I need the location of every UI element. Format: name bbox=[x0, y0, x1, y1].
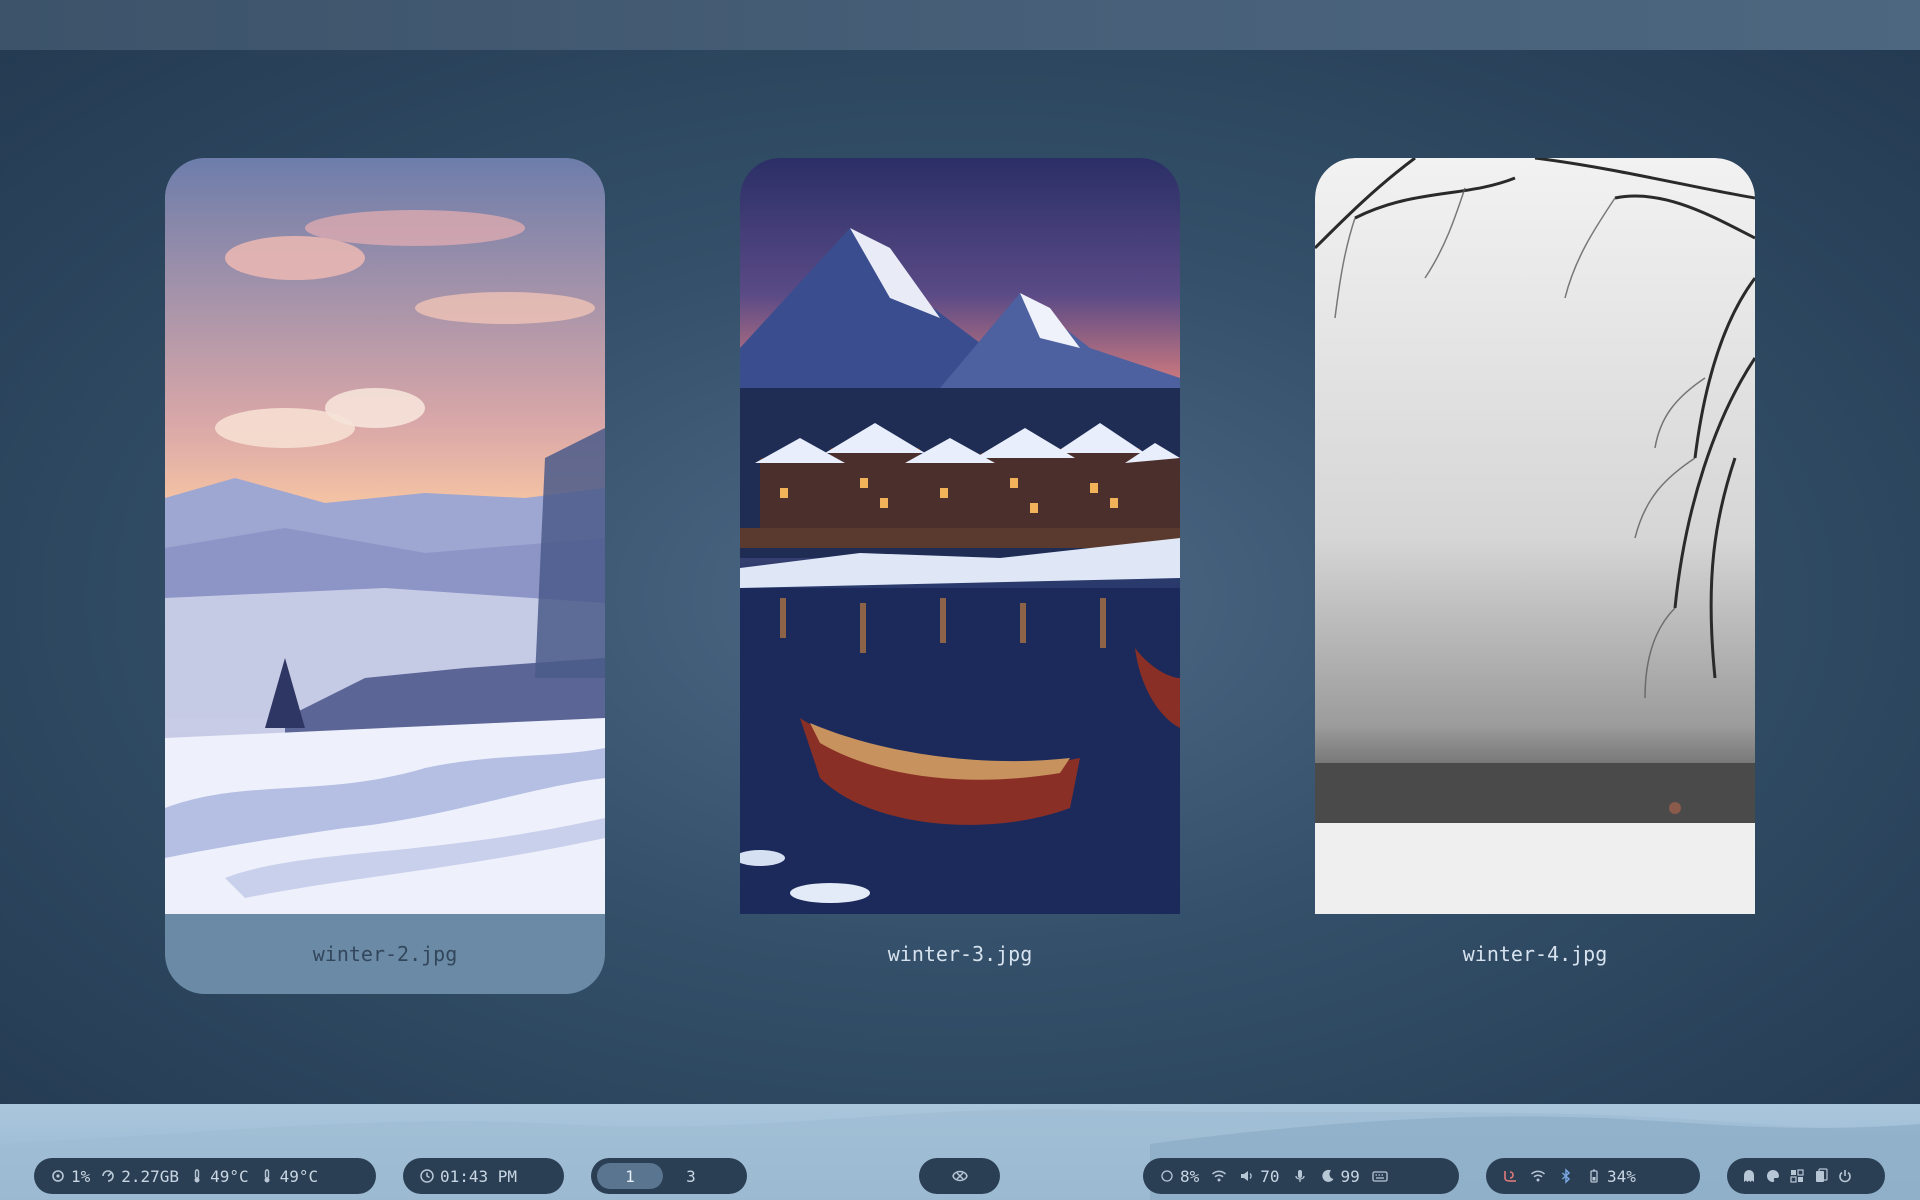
clipboard-icon[interactable] bbox=[1813, 1168, 1829, 1184]
workspace-button[interactable]: 3 bbox=[671, 1163, 711, 1189]
system-stats-pill[interactable]: 1% 2.27GB 49°C 49°C bbox=[34, 1158, 376, 1194]
caffeine-icon[interactable] bbox=[1502, 1168, 1518, 1184]
workspace-active[interactable]: 1 bbox=[597, 1163, 663, 1189]
moon-icon bbox=[1320, 1168, 1336, 1184]
cpu-usage: 1% bbox=[71, 1166, 91, 1186]
mic-level: 99 bbox=[1340, 1166, 1360, 1186]
clock-pill[interactable]: 01:43 PM bbox=[403, 1158, 564, 1194]
memory-usage: 2.27GB bbox=[121, 1166, 180, 1186]
layout-icon[interactable] bbox=[1789, 1168, 1805, 1184]
brightness-level: 8% bbox=[1180, 1166, 1200, 1186]
cpu-icon bbox=[50, 1168, 66, 1184]
keyboard-icon[interactable] bbox=[1372, 1168, 1388, 1184]
wallpaper-filename: winter-3.jpg bbox=[887, 942, 1033, 966]
bluetooth-icon[interactable] bbox=[1558, 1168, 1574, 1184]
status-pill: 34% bbox=[1486, 1158, 1700, 1194]
top-wallpaper-strip bbox=[0, 0, 1920, 50]
microphone-icon[interactable] bbox=[1292, 1168, 1308, 1184]
wallpaper-thumbnail bbox=[165, 158, 605, 914]
memory-icon bbox=[100, 1168, 116, 1184]
wallpaper-card-winter-4[interactable]: winter-4.jpg bbox=[1315, 158, 1755, 994]
volume-icon bbox=[1239, 1168, 1255, 1184]
wallpaper-card-winter-2[interactable]: winter-2.jpg bbox=[165, 158, 605, 994]
brightness-control[interactable]: 8% bbox=[1159, 1167, 1199, 1186]
battery-level: 34% bbox=[1607, 1166, 1636, 1186]
launcher-pill[interactable] bbox=[919, 1158, 1000, 1194]
wifi-icon[interactable] bbox=[1530, 1168, 1546, 1184]
wallpaper-thumbnail bbox=[1315, 158, 1755, 914]
wallpaper-card-winter-3[interactable]: winter-3.jpg bbox=[740, 158, 1180, 994]
night-light-control[interactable]: 99 bbox=[1320, 1167, 1360, 1186]
volume-control[interactable]: 70 bbox=[1239, 1166, 1280, 1186]
workspaces-pill: 1 3 bbox=[591, 1158, 747, 1194]
clock-icon bbox=[419, 1168, 435, 1184]
cpu-temperature: 49°C bbox=[210, 1166, 249, 1186]
wallpaper-thumbnail bbox=[740, 158, 1180, 914]
battery-status[interactable]: 34% bbox=[1586, 1167, 1636, 1186]
wallpaper-filename: winter-4.jpg bbox=[1462, 942, 1608, 966]
thermometer-icon bbox=[259, 1168, 275, 1184]
session-pill bbox=[1727, 1158, 1885, 1194]
clock-time: 01:43 PM bbox=[440, 1166, 518, 1186]
controls-pill: 8% 70 99 bbox=[1143, 1158, 1459, 1194]
power-icon[interactable] bbox=[1837, 1168, 1853, 1184]
gpu-temperature: 49°C bbox=[279, 1166, 319, 1186]
thermometer-icon bbox=[189, 1168, 205, 1184]
palette-icon[interactable] bbox=[1765, 1168, 1781, 1184]
brightness-icon bbox=[1159, 1168, 1175, 1184]
wallpaper-filename: winter-2.jpg bbox=[312, 942, 458, 966]
volume-level: 70 bbox=[1260, 1166, 1280, 1186]
battery-icon bbox=[1586, 1168, 1602, 1184]
ghost-icon[interactable] bbox=[1741, 1168, 1757, 1184]
wifi-icon[interactable] bbox=[1211, 1168, 1227, 1184]
launcher-logo-icon bbox=[949, 1165, 971, 1187]
